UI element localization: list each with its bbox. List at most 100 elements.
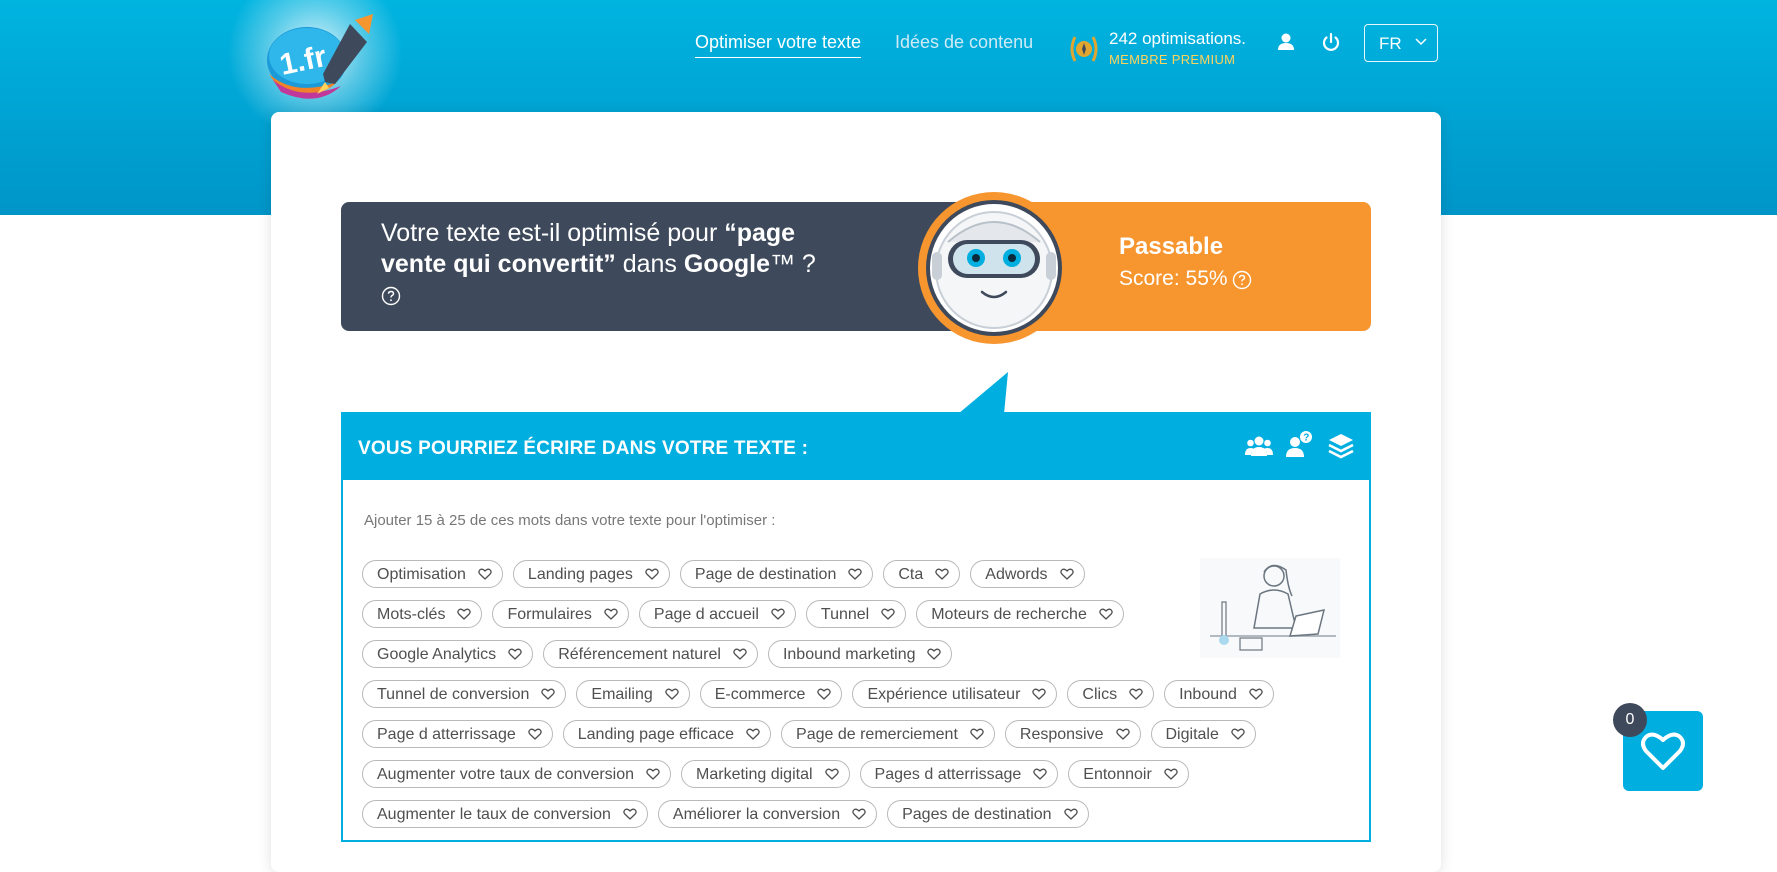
keyword-label: Expérience utilisateur	[867, 686, 1021, 703]
heart-outline-icon[interactable]	[927, 648, 942, 660]
heart-outline-icon[interactable]	[1129, 688, 1143, 700]
heart-outline-icon[interactable]	[852, 808, 866, 820]
heart-outline-icon[interactable]	[970, 728, 984, 740]
keyword-tag[interactable]: Inbound	[1164, 680, 1274, 708]
heart-outline-icon[interactable]	[771, 608, 785, 620]
keyword-tag[interactable]: Moteurs de recherche	[916, 600, 1124, 628]
keyword-label: Augmenter le taux de conversion	[377, 806, 611, 823]
heart-outline-icon[interactable]	[935, 568, 950, 580]
layers-icon[interactable]	[1327, 432, 1355, 460]
score-value: Score: 55%	[1119, 267, 1228, 290]
keyword-tag[interactable]: Marketing digital	[681, 760, 850, 788]
heart-outline-icon[interactable]	[646, 768, 660, 780]
premium-label: MEMBRE PREMIUM	[1109, 52, 1236, 67]
favorites-count-badge: 0	[1613, 703, 1647, 737]
keyword-tag[interactable]: Page de destination	[679, 560, 874, 588]
keyword-tag[interactable]: Entonnoir	[1068, 760, 1189, 788]
keyword-tag[interactable]: Augmenter le taux de conversion	[362, 800, 648, 828]
user-question-icon[interactable]: ?	[1285, 430, 1313, 458]
svg-text:?: ?	[1303, 433, 1309, 444]
score-verdict: Passable	[1119, 233, 1224, 260]
heart-outline-icon[interactable]	[1059, 568, 1074, 580]
heart-outline-icon[interactable]	[746, 728, 760, 740]
keyword-tag[interactable]: Page de remerciement	[781, 720, 995, 748]
robot-face-icon	[918, 192, 1070, 344]
keyword-label: Google Analytics	[377, 646, 497, 663]
user-button[interactable]	[1275, 31, 1297, 53]
heart-outline-icon[interactable]	[478, 568, 492, 580]
heart-outline-icon[interactable]	[1231, 728, 1245, 740]
keyword-tag[interactable]: Landing pages	[512, 560, 670, 588]
heart-outline-icon[interactable]	[665, 688, 679, 700]
heart-outline-icon[interactable]	[1033, 768, 1048, 780]
heart-outline-icon[interactable]	[1063, 808, 1078, 820]
keyword-tag[interactable]: Page d atterrissage	[362, 720, 553, 748]
keyword-row: Mots-clés Formulaires Page d accueil Tunnel…	[362, 600, 1134, 630]
keyword-label: Moteurs de recherche	[931, 606, 1087, 623]
keyword-tag[interactable]: Optimisation	[362, 560, 503, 588]
site-logo[interactable]: 1.fr	[215, 0, 415, 142]
laurel-badge-icon	[1070, 36, 1098, 62]
keyword-tag[interactable]: Pages d atterrissage	[859, 760, 1059, 788]
heart-outline-icon[interactable]	[604, 608, 618, 620]
keyword-tag[interactable]: Expérience utilisateur	[852, 680, 1058, 708]
keyword-tag[interactable]: Améliorer la conversion	[657, 800, 878, 828]
question-circle-icon[interactable]	[1232, 270, 1252, 290]
keyword-tag[interactable]: Cta	[883, 560, 961, 588]
keyword-tag[interactable]: Digitale	[1150, 720, 1256, 748]
logout-button[interactable]	[1320, 31, 1342, 53]
keyword-row: Tunnel de conversion Emailing E-commerce Ex…	[362, 680, 1284, 710]
keyword-label: Tunnel de conversion	[377, 686, 530, 703]
heart-outline-icon[interactable]	[1249, 688, 1263, 700]
nav-idees-contenu[interactable]: Idées de contenu	[895, 32, 1033, 53]
keyword-tag[interactable]: Page d accueil	[638, 600, 796, 628]
keyword-tag[interactable]: Landing page efficace	[562, 720, 772, 748]
heart-outline-icon[interactable]	[1164, 768, 1178, 780]
keyword-tag[interactable]: Responsive	[1004, 720, 1141, 748]
keyword-label: Page de destination	[694, 566, 837, 583]
keyword-tag[interactable]: Tunnel de conversion	[362, 680, 567, 708]
heart-outline-icon[interactable]	[645, 568, 659, 580]
heart-outline-icon[interactable]	[817, 688, 832, 700]
heart-outline-icon[interactable]	[848, 568, 863, 580]
keyword-tag[interactable]: Mots-clés	[362, 600, 483, 628]
heart-outline-icon[interactable]	[1115, 728, 1130, 740]
speech-pointer	[958, 372, 1008, 414]
keyword-tag[interactable]: Emailing	[576, 680, 690, 708]
keyword-tag[interactable]: Référencement naturel	[543, 640, 758, 668]
heart-outline-icon[interactable]	[733, 648, 747, 660]
language-code: FR	[1379, 34, 1402, 53]
language-select[interactable]: FR	[1364, 24, 1438, 62]
rocket-logo-icon: 1.fr	[267, 14, 373, 99]
heart-outline-icon[interactable]	[1099, 608, 1113, 620]
keyword-row: Page d atterrissage Landing page efficace…	[362, 720, 1266, 750]
keyword-label: Améliorer la conversion	[672, 806, 841, 823]
heart-outline-icon[interactable]	[457, 608, 472, 620]
keyword-label: Optimisation	[377, 566, 466, 583]
heart-outline-icon[interactable]	[528, 728, 542, 740]
keyword-tag[interactable]: Clics	[1067, 680, 1155, 708]
nav-optimiser-texte[interactable]: Optimiser votre texte	[695, 32, 862, 58]
heart-outline-icon[interactable]	[541, 688, 556, 700]
keyword-tag[interactable]: Inbound marketing	[767, 640, 953, 668]
keyword-label: Landing pages	[527, 566, 633, 583]
keyword-tag[interactable]: Google Analytics	[362, 640, 534, 668]
keyword-row: Optimisation Landing pages Page de destina…	[362, 560, 1095, 590]
keyword-tag[interactable]: Augmenter votre taux de conversion	[362, 760, 672, 788]
keyword-tag[interactable]: Formulaires	[492, 600, 629, 628]
keyword-label: Augmenter votre taux de conversion	[377, 766, 635, 783]
heart-outline-icon[interactable]	[824, 768, 839, 780]
keyword-label: Cta	[898, 566, 924, 583]
robot-mascot	[918, 192, 1070, 344]
heart-outline-icon[interactable]	[1032, 688, 1047, 700]
question-circle-icon[interactable]	[381, 286, 401, 306]
question-mid: dans	[615, 250, 684, 278]
heart-outline-icon[interactable]	[508, 648, 522, 660]
heart-outline-icon[interactable]	[623, 808, 637, 820]
keyword-tag[interactable]: Pages de destination	[887, 800, 1089, 828]
keyword-tag[interactable]: Adwords	[970, 560, 1085, 588]
keyword-tag[interactable]: E-commerce	[699, 680, 843, 708]
keyword-tag[interactable]: Tunnel	[805, 600, 907, 628]
heart-outline-icon[interactable]	[881, 608, 895, 620]
users-group-icon[interactable]	[1245, 434, 1273, 458]
